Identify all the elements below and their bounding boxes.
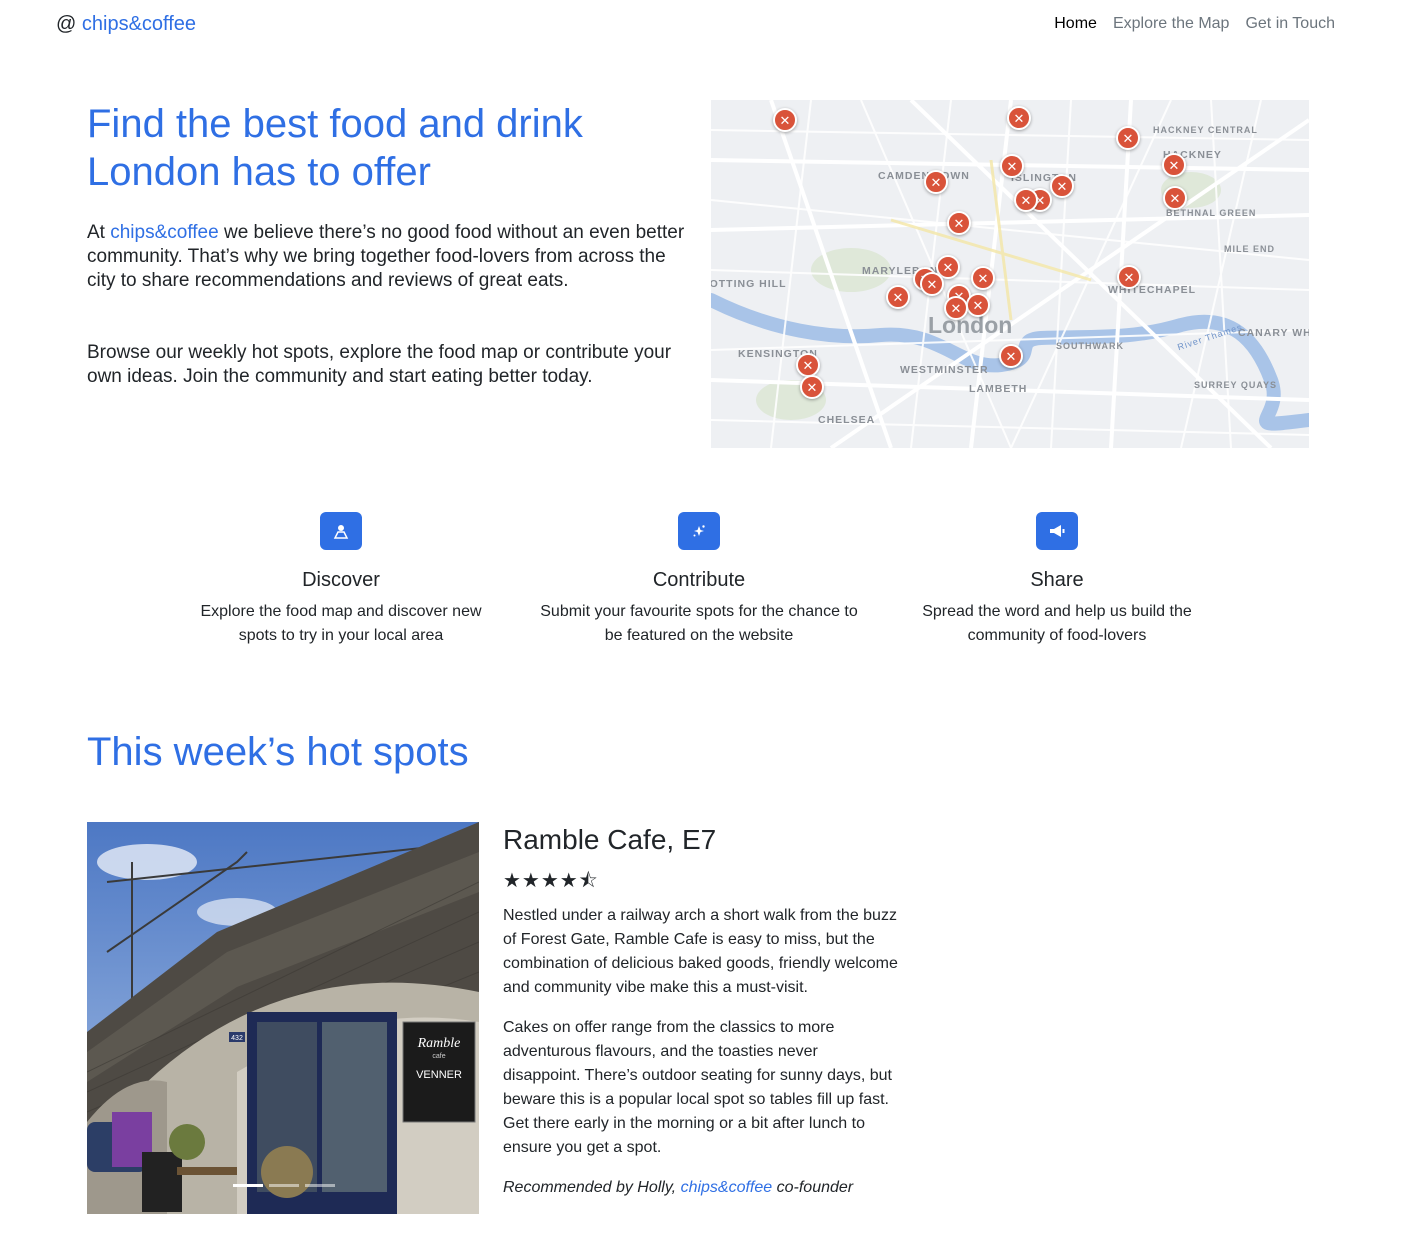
- map-label-mile-end: MILE END: [1224, 244, 1276, 254]
- photo-arch-number: 432: [231, 1035, 243, 1042]
- feature-title: Discover: [302, 569, 380, 591]
- hot-spot-description-2: Cakes on offer range from the classics t…: [503, 1019, 892, 1156]
- map-pin-fork-knife-icon[interactable]: ✕: [800, 375, 824, 399]
- photo-sign-sub: cafe: [432, 1053, 445, 1060]
- feature-description: Spread the word and help us build the co…: [922, 603, 1192, 644]
- map-pin-fork-knife-icon[interactable]: ✕: [1163, 186, 1187, 210]
- hot-spot-credit: Recommended by Holly, chips&coffee co-fo…: [503, 1176, 853, 1200]
- map-pin-fork-knife-icon[interactable]: ✕: [920, 272, 944, 296]
- map-label-hackney-central: HACKNEY CENTRAL: [1153, 125, 1258, 135]
- brand-logo-link[interactable]: @ chips&coffee: [56, 13, 196, 36]
- hero-brand-link[interactable]: chips&coffee: [110, 222, 218, 243]
- nav-links: Home Explore the Map Get in Touch: [1054, 15, 1335, 33]
- map-label-chelsea: CHELSEA: [818, 414, 876, 426]
- feature-description: Submit your favourite spots for the chan…: [540, 603, 858, 644]
- hero-intro-prefix: At: [87, 222, 111, 243]
- map-label-bethnal-green: BETHNAL GREEN: [1166, 208, 1257, 218]
- map-pin-fork-knife-icon[interactable]: ✕: [886, 285, 910, 309]
- map-label-notting-hill: NOTTING HILL: [711, 278, 787, 290]
- map-label-surrey-quays: SURREY QUAYS: [1194, 380, 1278, 390]
- map-pin-fork-knife-icon[interactable]: ✕: [796, 353, 820, 377]
- feature-title: Contribute: [652, 569, 746, 591]
- nav-link-home[interactable]: Home: [1054, 15, 1097, 33]
- map-pin-fork-knife-icon[interactable]: ✕: [1117, 265, 1141, 289]
- map-pin-fork-knife-icon[interactable]: ✕: [924, 170, 948, 194]
- credit-suffix: co-founder: [772, 1179, 854, 1196]
- credit-prefix: Recommended by Holly,: [503, 1179, 681, 1196]
- map-pin-fork-knife-icon[interactable]: ✕: [1162, 153, 1186, 177]
- map-pin-fork-knife-icon[interactable]: ✕: [1000, 154, 1024, 178]
- map-pin-fork-knife-icon[interactable]: ✕: [1007, 106, 1031, 130]
- map-city-label: London: [928, 312, 1013, 338]
- map-pin-fork-knife-icon[interactable]: ✕: [999, 344, 1023, 368]
- map-label-southwark: SOUTHWARK: [1056, 341, 1124, 351]
- brand-at-symbol: @: [56, 13, 77, 35]
- feature-title: Share: [1030, 569, 1084, 591]
- food-map-preview[interactable]: CAMDEN TOWN ISLINGTON HACKNEY CENTRAL HA…: [711, 100, 1309, 448]
- ramble-cafe-photo-carousel[interactable]: Ramble cafe VENNER 432: [87, 822, 479, 1214]
- map-pin-fork-knife-icon[interactable]: ✕: [773, 108, 797, 132]
- map-label-westminster: WESTMINSTER: [900, 364, 989, 376]
- feature-discover: Discover Explore the food map and discov…: [181, 512, 501, 648]
- hot-spot-title: Ramble Cafe, E7: [503, 824, 717, 855]
- photo-sign-partner: VENNER: [416, 1069, 462, 1081]
- hot-spot-description-1: Nestled under a railway arch a short wal…: [503, 907, 898, 996]
- credit-brand-link[interactable]: chips&coffee: [681, 1179, 773, 1196]
- hero-intro-paragraph: At chips&coffee we believe there’s no go…: [87, 221, 687, 293]
- map-pin-fork-knife-icon[interactable]: ✕: [1014, 188, 1038, 212]
- megaphone-icon: [1036, 512, 1078, 550]
- map-pin-fork-knife-icon[interactable]: ✕: [947, 211, 971, 235]
- map-pin-fork-knife-icon[interactable]: ✕: [1050, 174, 1074, 198]
- hero-browse-paragraph: Browse our weekly hot spots, explore the…: [87, 342, 672, 387]
- cafe-photo-image: Ramble cafe VENNER 432: [87, 822, 479, 1214]
- feature-contribute: Contribute Submit your favourite spots f…: [539, 512, 859, 648]
- map-pin-fork-knife-icon[interactable]: ✕: [1116, 126, 1140, 150]
- map-label-lambeth: LAMBETH: [969, 383, 1028, 395]
- photo-sign-name: Ramble: [417, 1036, 461, 1051]
- feature-description: Explore the food map and discover new sp…: [200, 603, 482, 644]
- star-rating: ★★★★⯪: [503, 870, 599, 892]
- top-navbar: @ chips&coffee Home Explore the Map Get …: [0, 0, 1402, 50]
- nav-link-get-in-touch[interactable]: Get in Touch: [1245, 15, 1335, 33]
- map-pin-fork-knife-icon[interactable]: ✕: [971, 266, 995, 290]
- brand-name: chips&coffee: [81, 13, 197, 35]
- sparkles-icon: [678, 512, 720, 550]
- person-pin-icon: [320, 512, 362, 550]
- feature-share: Share Spread the word and help us build …: [897, 512, 1217, 648]
- hero-title: Find the best food and drink London has …: [87, 102, 583, 194]
- nav-link-explore-map[interactable]: Explore the Map: [1113, 15, 1230, 33]
- map-label-canary-wharf: CANARY WHARF: [1238, 327, 1309, 339]
- hot-spots-title: This week’s hot spots: [87, 730, 469, 774]
- map-pin-fork-knife-icon[interactable]: ✕: [944, 296, 968, 320]
- map-pin-fork-knife-icon[interactable]: ✕: [966, 293, 990, 317]
